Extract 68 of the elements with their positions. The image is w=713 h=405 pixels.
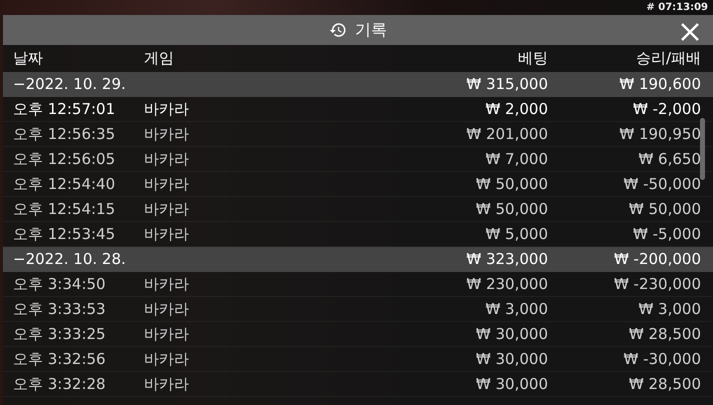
result-cell-text: ₩ -50,000: [622, 174, 701, 195]
date-header: 날짜: [13, 48, 44, 70]
game-header: 게임: [144, 48, 175, 70]
date-group-row[interactable]: −2022. 10. 29. ₩ 315,000 ₩ 190,600: [3, 72, 713, 97]
bet-cell-text: ₩ 3,000: [484, 298, 548, 320]
result-cell-text: ₩ -5,000: [632, 224, 701, 245]
bet-cell-text: ₩ 230,000: [465, 274, 548, 295]
bet-cell-text: ₩ 5,000: [484, 224, 548, 245]
history-row[interactable]: 오후 3:33:53 바카라 ₩ 3,000 ₩ 3,000: [3, 297, 713, 322]
history-row[interactable]: 오후 12:54:40 바카라 ₩ 50,000 ₩ -50,000: [3, 172, 713, 197]
result-header: 승리/패배: [634, 48, 701, 70]
time-cell-text: 오후 3:32:28: [13, 374, 107, 395]
game-cell-text: 바카라: [144, 124, 190, 145]
bet-cell-text: ₩ 30,000: [474, 374, 548, 395]
bet-cell-text: ₩ 201,000: [465, 124, 548, 145]
game-cell-text: 바카라: [144, 298, 190, 320]
result-cell-text: ₩ 28,500: [628, 324, 701, 345]
time-cell-text: 오후 12:54:40: [13, 174, 116, 195]
game-cell-text: 바카라: [144, 348, 190, 370]
time-cell-text: 오후 3:32:56: [13, 348, 107, 370]
group-date: −2022. 10. 29.: [13, 74, 127, 96]
history-row[interactable]: 오후 3:32:56 바카라 ₩ 30,000 ₩ -30,000: [3, 347, 713, 372]
bet-cell-text: ₩ 7,000: [484, 148, 548, 170]
result-cell-text: ₩ -30,000: [622, 348, 701, 370]
game-cell-text: 바카라: [144, 174, 190, 195]
bet-cell-text: ₩ 50,000: [474, 174, 548, 195]
result-cell-text: ₩ 190,950: [618, 124, 701, 145]
bet-cell-text: ₩ 30,000: [474, 348, 548, 370]
game-cell-text: 바카라: [144, 224, 190, 245]
result-cell-text: ₩ -230,000: [612, 274, 701, 295]
game-cell-text: 바카라: [144, 198, 190, 220]
time-cell-text: 오후 12:53:45: [13, 224, 116, 245]
group-result-total: ₩ 190,600: [618, 74, 701, 96]
time-cell-text: 오후 12:57:01: [13, 98, 116, 120]
time-cell-text: 오후 12:56:05: [13, 148, 116, 170]
game-cell-text: 바카라: [144, 148, 190, 170]
history-row[interactable]: 오후 3:32:28 바카라 ₩ 30,000 ₩ 28,500: [3, 372, 713, 397]
time-cell-text: 오후 3:33:25: [13, 324, 107, 345]
bet-cell-text: ₩ 30,000: [474, 324, 548, 345]
game-cell-text: 바카라: [144, 374, 190, 395]
window-title: 기록: [355, 19, 387, 41]
bet-header: 베팅: [517, 48, 548, 70]
group-date: −2022. 10. 28.: [13, 249, 127, 270]
time-cell-text: 오후 3:34:50: [13, 274, 107, 295]
group-result-total: ₩ -200,000: [612, 249, 701, 270]
scrollbar[interactable]: [700, 118, 705, 180]
time-cell-text: 오후 3:33:53: [13, 298, 107, 320]
history-row[interactable]: 오후 12:54:15 바카라 ₩ 50,000 ₩ 50,000: [3, 197, 713, 222]
result-cell-text: ₩ 28,500: [628, 374, 701, 395]
history-row[interactable]: 오후 12:57:01 바카라 ₩ 2,000 ₩ -2,000: [3, 97, 713, 122]
date-group-row[interactable]: −2022. 10. 28. ₩ 323,000 ₩ -200,000: [3, 247, 713, 272]
history-icon: [329, 21, 347, 39]
time-cell-text: 오후 12:54:15: [13, 198, 116, 220]
group-bet-total: ₩ 315,000: [465, 74, 548, 96]
history-row[interactable]: 오후 3:33:25 바카라 ₩ 30,000 ₩ 28,500: [3, 322, 713, 347]
game-cell-text: 바카라: [144, 274, 190, 295]
game-cell-text: 바카라: [144, 98, 190, 120]
game-cell-text: 바카라: [144, 324, 190, 345]
bet-cell-text: ₩ 50,000: [474, 198, 548, 220]
result-cell-text: ₩ 50,000: [628, 198, 701, 220]
result-cell-text: ₩ 3,000: [637, 298, 701, 320]
clock-time: # 07:13:09: [646, 2, 708, 12]
group-bet-total: ₩ 323,000: [465, 249, 548, 270]
history-row[interactable]: 오후 3:34:50 바카라 ₩ 230,000 ₩ -230,000: [3, 272, 713, 297]
time-cell-text: 오후 12:56:35: [13, 124, 116, 145]
result-cell-text: ₩ -2,000: [632, 98, 701, 120]
result-cell-text: ₩ 6,650: [637, 148, 701, 170]
bet-cell-text: ₩ 2,000: [484, 98, 548, 120]
